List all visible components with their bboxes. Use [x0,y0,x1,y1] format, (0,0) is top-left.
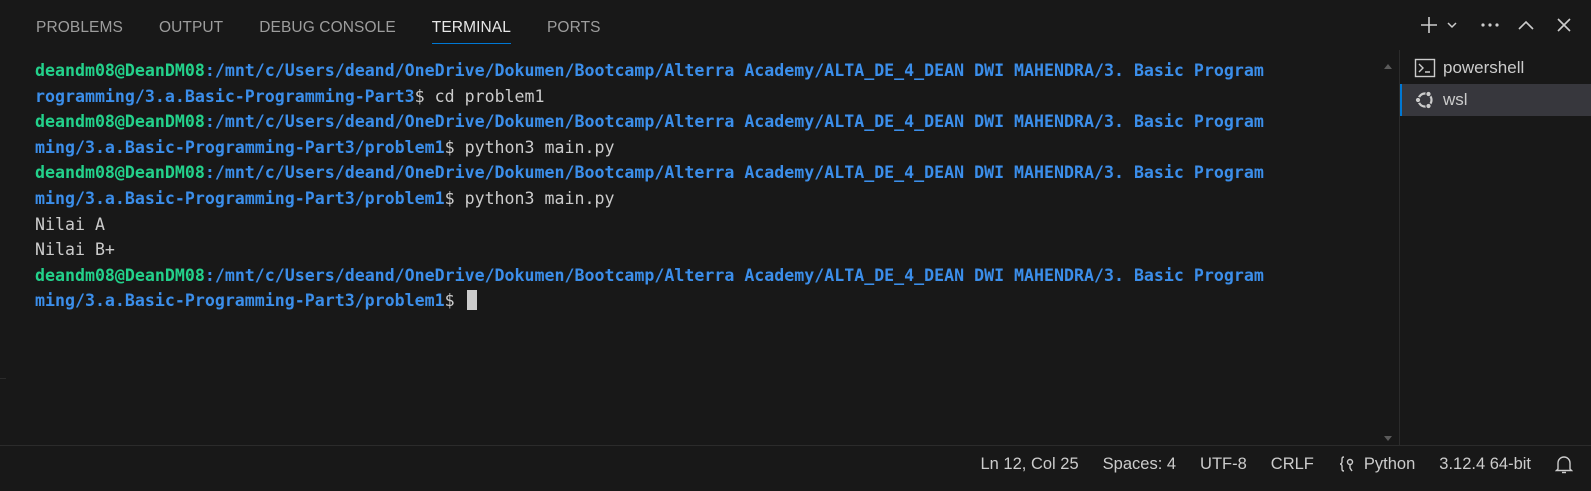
terminal-tab-label: wsl [1443,90,1468,109]
notifications-button[interactable] [1543,446,1591,482]
terminal-tab-label: powershell [1443,58,1525,77]
panel-tabs: PROBLEMS OUTPUT DEBUG CONSOLE TERMINAL P… [28,0,637,50]
prompt-user-host: deandm08@DeanDM08 [35,61,205,80]
terminal-list: powershell wsl [1399,50,1591,445]
terminal-output[interactable]: deandm08@DeanDM08:/mnt/c/Users/deand/One… [35,58,1375,438]
status-indentation[interactable]: Spaces: 4 [1091,446,1188,482]
terminal-line: rogramming/3.a.Basic-Programming-Part3$ … [35,84,1375,110]
terminal-text: $ python3 main.py [444,188,615,208]
status-bar: Ln 12, Col 25 Spaces: 4 UTF-8 CRLF Pytho… [0,445,1591,491]
terminal-text: $ python3 main.py [444,137,615,157]
terminal-text: $ [444,291,465,311]
prompt-user-host: deandm08@DeanDM08 [35,112,205,132]
tab-ports[interactable]: PORTS [547,0,601,50]
status-encoding[interactable]: UTF-8 [1188,446,1259,482]
terminal-tab-wsl[interactable]: wsl [1400,84,1591,116]
panel-tab-bar: PROBLEMS OUTPUT DEBUG CONSOLE TERMINAL P… [0,0,1591,50]
gutter-divider [0,378,6,448]
more-actions-button[interactable] [1475,10,1505,40]
terminal-line: deandm08@DeanDM08:/mnt/c/Users/deand/One… [35,160,1375,186]
tab-debug-console[interactable]: DEBUG CONSOLE [259,0,396,50]
terminal-line: ming/3.a.Basic-Programming-Part3/problem… [35,186,1375,212]
terminal-line: deandm08@DeanDM08:/mnt/c/Users/deand/One… [35,263,1375,289]
terminal-line: Nilai B+ [35,237,1375,263]
prompt-path: ming/3.a.Basic-Programming-Part3/problem… [35,188,445,208]
scroll-down-arrow-icon[interactable] [1384,436,1392,441]
terminal-icon [1414,57,1436,79]
terminal-cursor [466,290,477,311]
ellipsis-icon [1481,23,1499,27]
ubuntu-icon [1414,89,1436,111]
tab-terminal[interactable]: TERMINAL [431,0,512,50]
chevron-down-icon [1447,22,1457,29]
status-cursor-position[interactable]: Ln 12, Col 25 [969,446,1091,482]
bell-icon [1555,456,1573,474]
close-icon [1557,18,1571,32]
braces-icon [1338,455,1358,473]
terminal-line: deandm08@DeanDM08:/mnt/c/Users/deand/One… [35,109,1375,135]
prompt-path: ming/3.a.Basic-Programming-Part3/problem… [35,291,445,311]
prompt-path: :/mnt/c/Users/deand/OneDrive/Dokumen/Boo… [204,163,1264,183]
terminal-panel: PROBLEMS OUTPUT DEBUG CONSOLE TERMINAL P… [0,0,1591,453]
maximize-panel-button[interactable] [1511,10,1541,40]
new-terminal-button[interactable] [1417,10,1441,40]
status-python-interpreter[interactable]: 3.12.4 64-bit [1427,446,1543,482]
terminal-text: $ cd problem1 [414,86,545,106]
tab-output[interactable]: OUTPUT [159,0,223,50]
plus-icon [1421,17,1437,33]
status-language-mode[interactable]: Python [1326,446,1427,482]
status-bar-items: Ln 12, Col 25 Spaces: 4 UTF-8 CRLF Pytho… [969,446,1591,482]
close-panel-button[interactable] [1549,10,1579,40]
maximize-icon [1518,20,1534,30]
tab-problems[interactable]: PROBLEMS [36,0,123,50]
prompt-path: :/mnt/c/Users/deand/OneDrive/Dokumen/Boo… [204,61,1264,80]
prompt-path: ming/3.a.Basic-Programming-Part3/problem… [35,137,445,157]
prompt-path: :/mnt/c/Users/deand/OneDrive/Dokumen/Boo… [204,265,1264,285]
terminal-tab-powershell[interactable]: powershell [1400,52,1591,84]
terminal-line: Nilai A [35,212,1375,238]
prompt-user-host: deandm08@DeanDM08 [35,265,205,285]
terminal-text: Nilai A [35,214,105,234]
terminal-scrollbar[interactable] [1381,58,1395,443]
prompt-path: :/mnt/c/Users/deand/OneDrive/Dokumen/Boo… [204,112,1264,132]
status-eol[interactable]: CRLF [1259,446,1326,482]
launch-profile-button[interactable] [1441,10,1463,40]
scroll-up-arrow-icon[interactable] [1384,64,1392,69]
terminal-line: ming/3.a.Basic-Programming-Part3/problem… [35,288,1375,314]
panel-actions [1417,0,1591,50]
terminal-text: Nilai B+ [35,240,115,260]
terminal-line: deandm08@DeanDM08:/mnt/c/Users/deand/One… [35,58,1375,84]
language-label: Python [1363,454,1416,473]
prompt-path: rogramming/3.a.Basic-Programming-Part3 [35,86,415,106]
prompt-user-host: deandm08@DeanDM08 [35,163,205,183]
terminal-line: ming/3.a.Basic-Programming-Part3/problem… [35,135,1375,161]
